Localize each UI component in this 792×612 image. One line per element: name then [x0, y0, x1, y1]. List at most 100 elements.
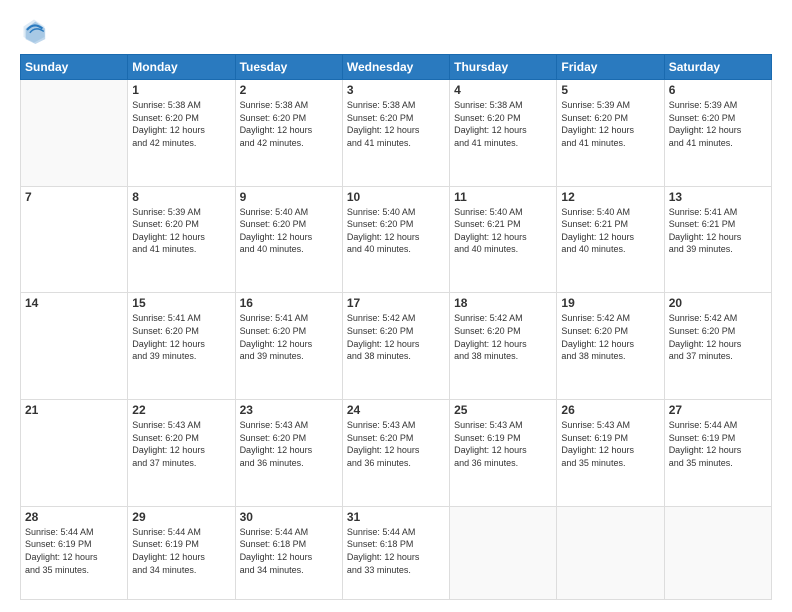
calendar-cell: 4 Sunrise: 5:38 AMSunset: 6:20 PMDaylight…: [450, 80, 557, 187]
day-header-saturday: Saturday: [664, 55, 771, 80]
calendar-cell: 12 Sunrise: 5:40 AMSunset: 6:21 PMDayligh…: [557, 186, 664, 293]
calendar-cell: 28 Sunrise: 5:44 AMSunset: 6:19 PMDayligh…: [21, 506, 128, 599]
day-number: 28: [25, 510, 123, 524]
calendar-week-row: 2122Sunrise: 5:43 AMSunset: 6:20 PMDayli…: [21, 400, 772, 507]
day-header-thursday: Thursday: [450, 55, 557, 80]
day-info: Sunrise: 5:41 AMSunset: 6:20 PMDaylight:…: [132, 312, 230, 362]
day-header-friday: Friday: [557, 55, 664, 80]
day-number: 10: [347, 190, 445, 204]
day-number: 12: [561, 190, 659, 204]
day-number: 22: [132, 403, 230, 417]
calendar-cell: 29Sunrise: 5:44 AMSunset: 6:19 PMDayligh…: [128, 506, 235, 599]
calendar-cell: 2 Sunrise: 5:38 AMSunset: 6:20 PMDaylight…: [235, 80, 342, 187]
day-number: 25: [454, 403, 552, 417]
calendar-cell: [450, 506, 557, 599]
day-info: Sunrise: 5:41 AMSunset: 6:21 PMDaylight:…: [669, 206, 767, 256]
calendar-cell: [21, 80, 128, 187]
day-info: Sunrise: 5:40 AMSunset: 6:20 PMDaylight:…: [240, 206, 338, 256]
day-info: Sunrise: 5:42 AMSunset: 6:20 PMDaylight:…: [561, 312, 659, 362]
calendar-cell: 18 Sunrise: 5:42 AMSunset: 6:20 PMDayligh…: [450, 293, 557, 400]
day-info: Sunrise: 5:40 AMSunset: 6:21 PMDaylight:…: [561, 206, 659, 256]
day-info: Sunrise: 5:44 AMSunset: 6:19 PMDaylight:…: [132, 526, 230, 576]
calendar-cell: 16 Sunrise: 5:41 AMSunset: 6:20 PMDayligh…: [235, 293, 342, 400]
calendar-cell: 9 Sunrise: 5:40 AMSunset: 6:20 PMDaylight…: [235, 186, 342, 293]
calendar-cell: 19 Sunrise: 5:42 AMSunset: 6:20 PMDayligh…: [557, 293, 664, 400]
page: SundayMondayTuesdayWednesdayThursdayFrid…: [0, 0, 792, 612]
calendar-cell: 5 Sunrise: 5:39 AMSunset: 6:20 PMDaylight…: [557, 80, 664, 187]
day-number: 30: [240, 510, 338, 524]
day-number: 16: [240, 296, 338, 310]
day-info: Sunrise: 5:38 AMSunset: 6:20 PMDaylight:…: [132, 99, 230, 149]
day-info: Sunrise: 5:43 AMSunset: 6:19 PMDaylight:…: [454, 419, 552, 469]
calendar-cell: 7: [21, 186, 128, 293]
calendar-table: SundayMondayTuesdayWednesdayThursdayFrid…: [20, 54, 772, 600]
calendar-cell: 17 Sunrise: 5:42 AMSunset: 6:20 PMDayligh…: [342, 293, 449, 400]
day-number: 26: [561, 403, 659, 417]
day-info: Sunrise: 5:44 AMSunset: 6:18 PMDaylight:…: [240, 526, 338, 576]
day-header-tuesday: Tuesday: [235, 55, 342, 80]
header: [20, 16, 772, 44]
calendar-cell: 23 Sunrise: 5:43 AMSunset: 6:20 PMDayligh…: [235, 400, 342, 507]
day-number: 20: [669, 296, 767, 310]
day-number: 2: [240, 83, 338, 97]
logo-icon: [20, 16, 48, 44]
day-number: 3: [347, 83, 445, 97]
calendar-cell: 20Sunrise: 5:42 AMSunset: 6:20 PMDayligh…: [664, 293, 771, 400]
day-info: Sunrise: 5:39 AMSunset: 6:20 PMDaylight:…: [561, 99, 659, 149]
day-number: 15: [132, 296, 230, 310]
day-header-monday: Monday: [128, 55, 235, 80]
day-number: 18: [454, 296, 552, 310]
day-number: 21: [25, 403, 123, 417]
day-info: Sunrise: 5:40 AMSunset: 6:20 PMDaylight:…: [347, 206, 445, 256]
day-number: 19: [561, 296, 659, 310]
calendar-cell: [664, 506, 771, 599]
calendar-cell: 1 Sunrise: 5:38 AMSunset: 6:20 PMDaylight…: [128, 80, 235, 187]
day-header-sunday: Sunday: [21, 55, 128, 80]
day-number: 7: [25, 190, 123, 204]
day-number: 27: [669, 403, 767, 417]
day-info: Sunrise: 5:44 AMSunset: 6:18 PMDaylight:…: [347, 526, 445, 576]
day-info: Sunrise: 5:40 AMSunset: 6:21 PMDaylight:…: [454, 206, 552, 256]
day-info: Sunrise: 5:42 AMSunset: 6:20 PMDaylight:…: [347, 312, 445, 362]
day-number: 31: [347, 510, 445, 524]
calendar-header-row: SundayMondayTuesdayWednesdayThursdayFrid…: [21, 55, 772, 80]
day-info: Sunrise: 5:43 AMSunset: 6:20 PMDaylight:…: [347, 419, 445, 469]
day-number: 14: [25, 296, 123, 310]
day-info: Sunrise: 5:41 AMSunset: 6:20 PMDaylight:…: [240, 312, 338, 362]
logo: [20, 16, 52, 44]
day-number: 9: [240, 190, 338, 204]
day-number: 17: [347, 296, 445, 310]
calendar-cell: 25 Sunrise: 5:43 AMSunset: 6:19 PMDayligh…: [450, 400, 557, 507]
calendar-cell: [557, 506, 664, 599]
calendar-week-row: 78 Sunrise: 5:39 AMSunset: 6:20 PMDayligh…: [21, 186, 772, 293]
day-info: Sunrise: 5:38 AMSunset: 6:20 PMDaylight:…: [454, 99, 552, 149]
calendar-week-row: 14 15 Sunrise: 5:41 AMSunset: 6:20 PMDayli…: [21, 293, 772, 400]
calendar-cell: 30 Sunrise: 5:44 AMSunset: 6:18 PMDayligh…: [235, 506, 342, 599]
calendar-cell: 6Sunrise: 5:39 AMSunset: 6:20 PMDaylight…: [664, 80, 771, 187]
day-number: 8: [132, 190, 230, 204]
day-info: Sunrise: 5:38 AMSunset: 6:20 PMDaylight:…: [240, 99, 338, 149]
calendar-cell: 21: [21, 400, 128, 507]
calendar-cell: 10 Sunrise: 5:40 AMSunset: 6:20 PMDayligh…: [342, 186, 449, 293]
day-number: 13: [669, 190, 767, 204]
calendar-week-row: 1 Sunrise: 5:38 AMSunset: 6:20 PMDaylight…: [21, 80, 772, 187]
day-number: 4: [454, 83, 552, 97]
calendar-cell: 8 Sunrise: 5:39 AMSunset: 6:20 PMDaylight…: [128, 186, 235, 293]
day-number: 11: [454, 190, 552, 204]
day-number: 23: [240, 403, 338, 417]
day-info: Sunrise: 5:43 AMSunset: 6:20 PMDaylight:…: [240, 419, 338, 469]
day-info: Sunrise: 5:42 AMSunset: 6:20 PMDaylight:…: [454, 312, 552, 362]
day-number: 24: [347, 403, 445, 417]
day-number: 1: [132, 83, 230, 97]
calendar-cell: 3Sunrise: 5:38 AMSunset: 6:20 PMDaylight…: [342, 80, 449, 187]
calendar-cell: 13 Sunrise: 5:41 AMSunset: 6:21 PMDayligh…: [664, 186, 771, 293]
day-info: Sunrise: 5:39 AMSunset: 6:20 PMDaylight:…: [132, 206, 230, 256]
calendar-cell: 14: [21, 293, 128, 400]
day-number: 5: [561, 83, 659, 97]
calendar-cell: 31 Sunrise: 5:44 AMSunset: 6:18 PMDayligh…: [342, 506, 449, 599]
day-info: Sunrise: 5:44 AMSunset: 6:19 PMDaylight:…: [25, 526, 123, 576]
day-info: Sunrise: 5:39 AMSunset: 6:20 PMDaylight:…: [669, 99, 767, 149]
calendar-cell: 22Sunrise: 5:43 AMSunset: 6:20 PMDayligh…: [128, 400, 235, 507]
calendar-cell: 11 Sunrise: 5:40 AMSunset: 6:21 PMDayligh…: [450, 186, 557, 293]
calendar-cell: 24 Sunrise: 5:43 AMSunset: 6:20 PMDayligh…: [342, 400, 449, 507]
